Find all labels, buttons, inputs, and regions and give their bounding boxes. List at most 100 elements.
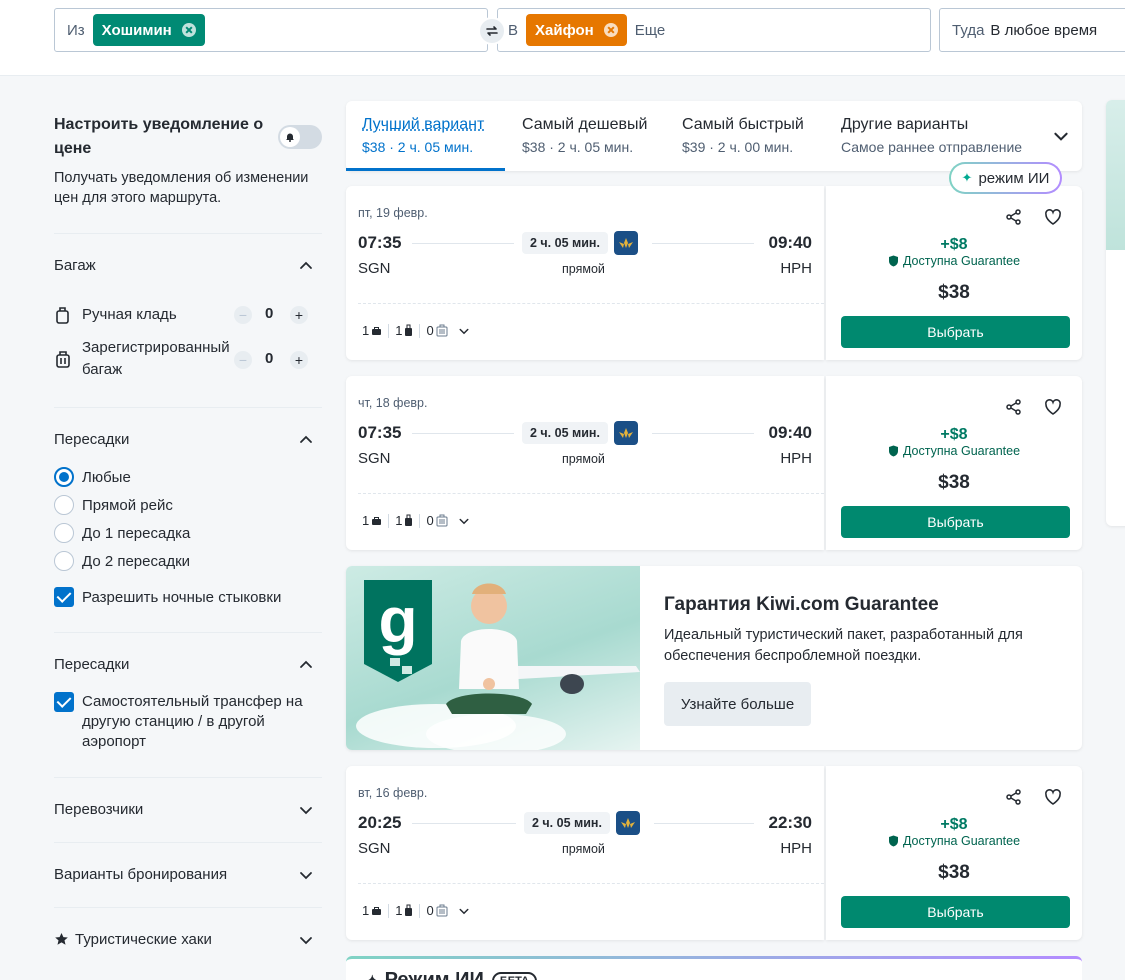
promo-description: Идеальный туристический пакет, разработа…: [664, 627, 1023, 664]
travel-hacks-section[interactable]: Туристические хаки: [54, 931, 212, 948]
overnight-stopovers-label: Разрешить ночные стыковки: [82, 588, 282, 606]
separator: [419, 903, 421, 918]
baggage-section-title[interactable]: Багаж: [54, 257, 96, 274]
heart-icon[interactable]: [1043, 397, 1063, 417]
cabin-bag-minus-button[interactable]: −: [234, 306, 252, 324]
from-city-chip[interactable]: Хошимин: [92, 14, 205, 46]
ai-mode-button[interactable]: ✦ режим ИИ: [949, 162, 1062, 194]
stops-option-any[interactable]: Любые: [54, 467, 131, 487]
arrival-time: 09:40: [768, 233, 812, 252]
remove-icon[interactable]: [603, 23, 618, 37]
flight-card-itinerary[interactable]: вт, 16 февр. 20:25 2 ч. 05 мин. 22:30 SG…: [346, 766, 824, 940]
checked-bag-icon: [436, 904, 448, 917]
select-button[interactable]: Выбрать: [841, 316, 1070, 348]
heart-icon[interactable]: [1043, 207, 1063, 227]
checked-bag-minus-button[interactable]: −: [234, 351, 252, 369]
tab-cheapest[interactable]: Самый дешевый $38 · 2 ч. 05 мин.: [522, 115, 647, 157]
tab-subtitle: $38 · 2 ч. 05 мин.: [362, 139, 474, 155]
personal-item-icon: [372, 516, 382, 525]
guarantee-text: Доступна Guarantee: [902, 254, 1021, 268]
stops-option-up-to-2[interactable]: До 2 пересадки: [54, 551, 190, 571]
chevron-up-icon[interactable]: [298, 258, 314, 274]
flight-duration: 2 ч. 05 мин.: [524, 812, 610, 834]
stops-section-title[interactable]: Пересадки: [54, 431, 129, 448]
to-field[interactable]: В Хайфон Еще: [497, 8, 931, 52]
chevron-down-icon[interactable]: [1052, 127, 1070, 145]
tab-fastest[interactable]: Самый быстрый $39 · 2 ч. 00 мин.: [682, 115, 804, 157]
stops-option-direct[interactable]: Прямой рейс: [54, 495, 173, 515]
chevron-up-icon[interactable]: [298, 657, 314, 673]
cabin-bag-icon: [405, 904, 413, 916]
chevron-down-icon[interactable]: [298, 932, 314, 948]
radio-selected[interactable]: [54, 467, 74, 487]
svg-text:g: g: [378, 584, 417, 656]
chevron-down-icon[interactable]: [458, 325, 470, 337]
baggage-summary[interactable]: 1 1 0: [362, 323, 470, 338]
radio[interactable]: [54, 551, 74, 571]
chevron-down-icon[interactable]: [298, 802, 314, 818]
cabin-bag-plus-button[interactable]: +: [290, 306, 308, 324]
personal-item-count: 1: [362, 323, 370, 338]
radio[interactable]: [54, 495, 74, 515]
flight-card-itinerary[interactable]: чт, 18 февр. 07:35 2 ч. 05 мин. 09:40 SG…: [346, 376, 824, 550]
separator: [419, 513, 421, 528]
route-line: [412, 243, 514, 244]
from-city-name: Хошимин: [101, 21, 172, 39]
route-line: [412, 823, 516, 824]
chevron-down-icon[interactable]: [298, 867, 314, 883]
radio[interactable]: [54, 523, 74, 543]
tab-best[interactable]: Лучший вариант $38 · 2 ч. 05 мин.: [362, 115, 484, 157]
ai-mode-title: Режим ИИ: [384, 969, 484, 980]
side-panel: [1106, 100, 1125, 526]
self-transfer-option[interactable]: Самостоятельный трансфер на другую станц…: [54, 692, 322, 752]
transfers-section-title[interactable]: Пересадки: [54, 656, 129, 673]
chevron-down-icon[interactable]: [458, 515, 470, 527]
departure-date-field[interactable]: Туда В любое время: [939, 8, 1125, 52]
tab-title: Другие варианты: [841, 116, 969, 133]
guarantee-price-diff: +$8: [940, 236, 968, 253]
cabin-bag-icon: [405, 514, 413, 526]
flight-card-price: +$8 Доступна Guarantee $38 Выбрать: [826, 186, 1082, 360]
stops-option-up-to-1[interactable]: До 1 пересадка: [54, 523, 190, 543]
carriers-section-title[interactable]: Перевозчики: [54, 801, 143, 818]
checked-bag-count: 0: [265, 350, 274, 367]
flight-duration: 2 ч. 05 мин.: [522, 232, 608, 254]
flight-date: чт, 18 февр.: [358, 396, 428, 410]
more-destinations-input[interactable]: Еще: [635, 22, 666, 39]
baggage-summary[interactable]: 1 1 0: [362, 513, 470, 528]
remove-icon[interactable]: [181, 23, 196, 37]
divider: [54, 907, 322, 908]
checked-bag-plus-button[interactable]: +: [290, 351, 308, 369]
select-button[interactable]: Выбрать: [841, 506, 1070, 538]
cabin-bag-count: 1: [395, 513, 403, 528]
destination-airport: HPH: [780, 840, 812, 857]
personal-item-count: 1: [362, 903, 370, 918]
tab-other-options[interactable]: Другие варианты Самое раннее отправление: [841, 115, 1022, 157]
from-field[interactable]: Из Хошимин: [54, 8, 488, 52]
overnight-stopovers-option[interactable]: Разрешить ночные стыковки: [54, 587, 281, 607]
checkbox-checked[interactable]: [54, 692, 74, 712]
flight-date: вт, 16 февр.: [358, 786, 428, 800]
learn-more-button[interactable]: Узнайте больше: [664, 682, 811, 726]
guarantee-badge: Доступна Guarantee: [826, 444, 1082, 458]
select-button[interactable]: Выбрать: [841, 896, 1070, 928]
departure-time: 07:35: [358, 233, 402, 252]
share-icon[interactable]: [1005, 398, 1023, 416]
divider: [358, 493, 824, 494]
swap-button[interactable]: [478, 17, 506, 45]
checkbox-checked[interactable]: [54, 587, 74, 607]
booking-options-section-title[interactable]: Варианты бронирования: [54, 866, 227, 883]
chevron-up-icon[interactable]: [298, 432, 314, 448]
divider: [54, 233, 322, 234]
share-icon[interactable]: [1005, 208, 1023, 226]
flight-card-itinerary[interactable]: пт, 19 февр. 07:35 2 ч. 05 мин. 09:40 SG…: [346, 186, 824, 360]
baggage-summary[interactable]: 1 1 0: [362, 903, 470, 918]
chevron-down-icon[interactable]: [458, 905, 470, 917]
to-label: В: [508, 21, 519, 39]
checked-bag-count: 0: [426, 323, 434, 338]
price-alert-toggle[interactable]: [278, 125, 322, 149]
share-icon[interactable]: [1005, 788, 1023, 806]
heart-icon[interactable]: [1043, 787, 1063, 807]
to-city-chip[interactable]: Хайфон: [526, 14, 627, 46]
price-alert-description: Получать уведомления об изменении цен дл…: [54, 170, 309, 206]
